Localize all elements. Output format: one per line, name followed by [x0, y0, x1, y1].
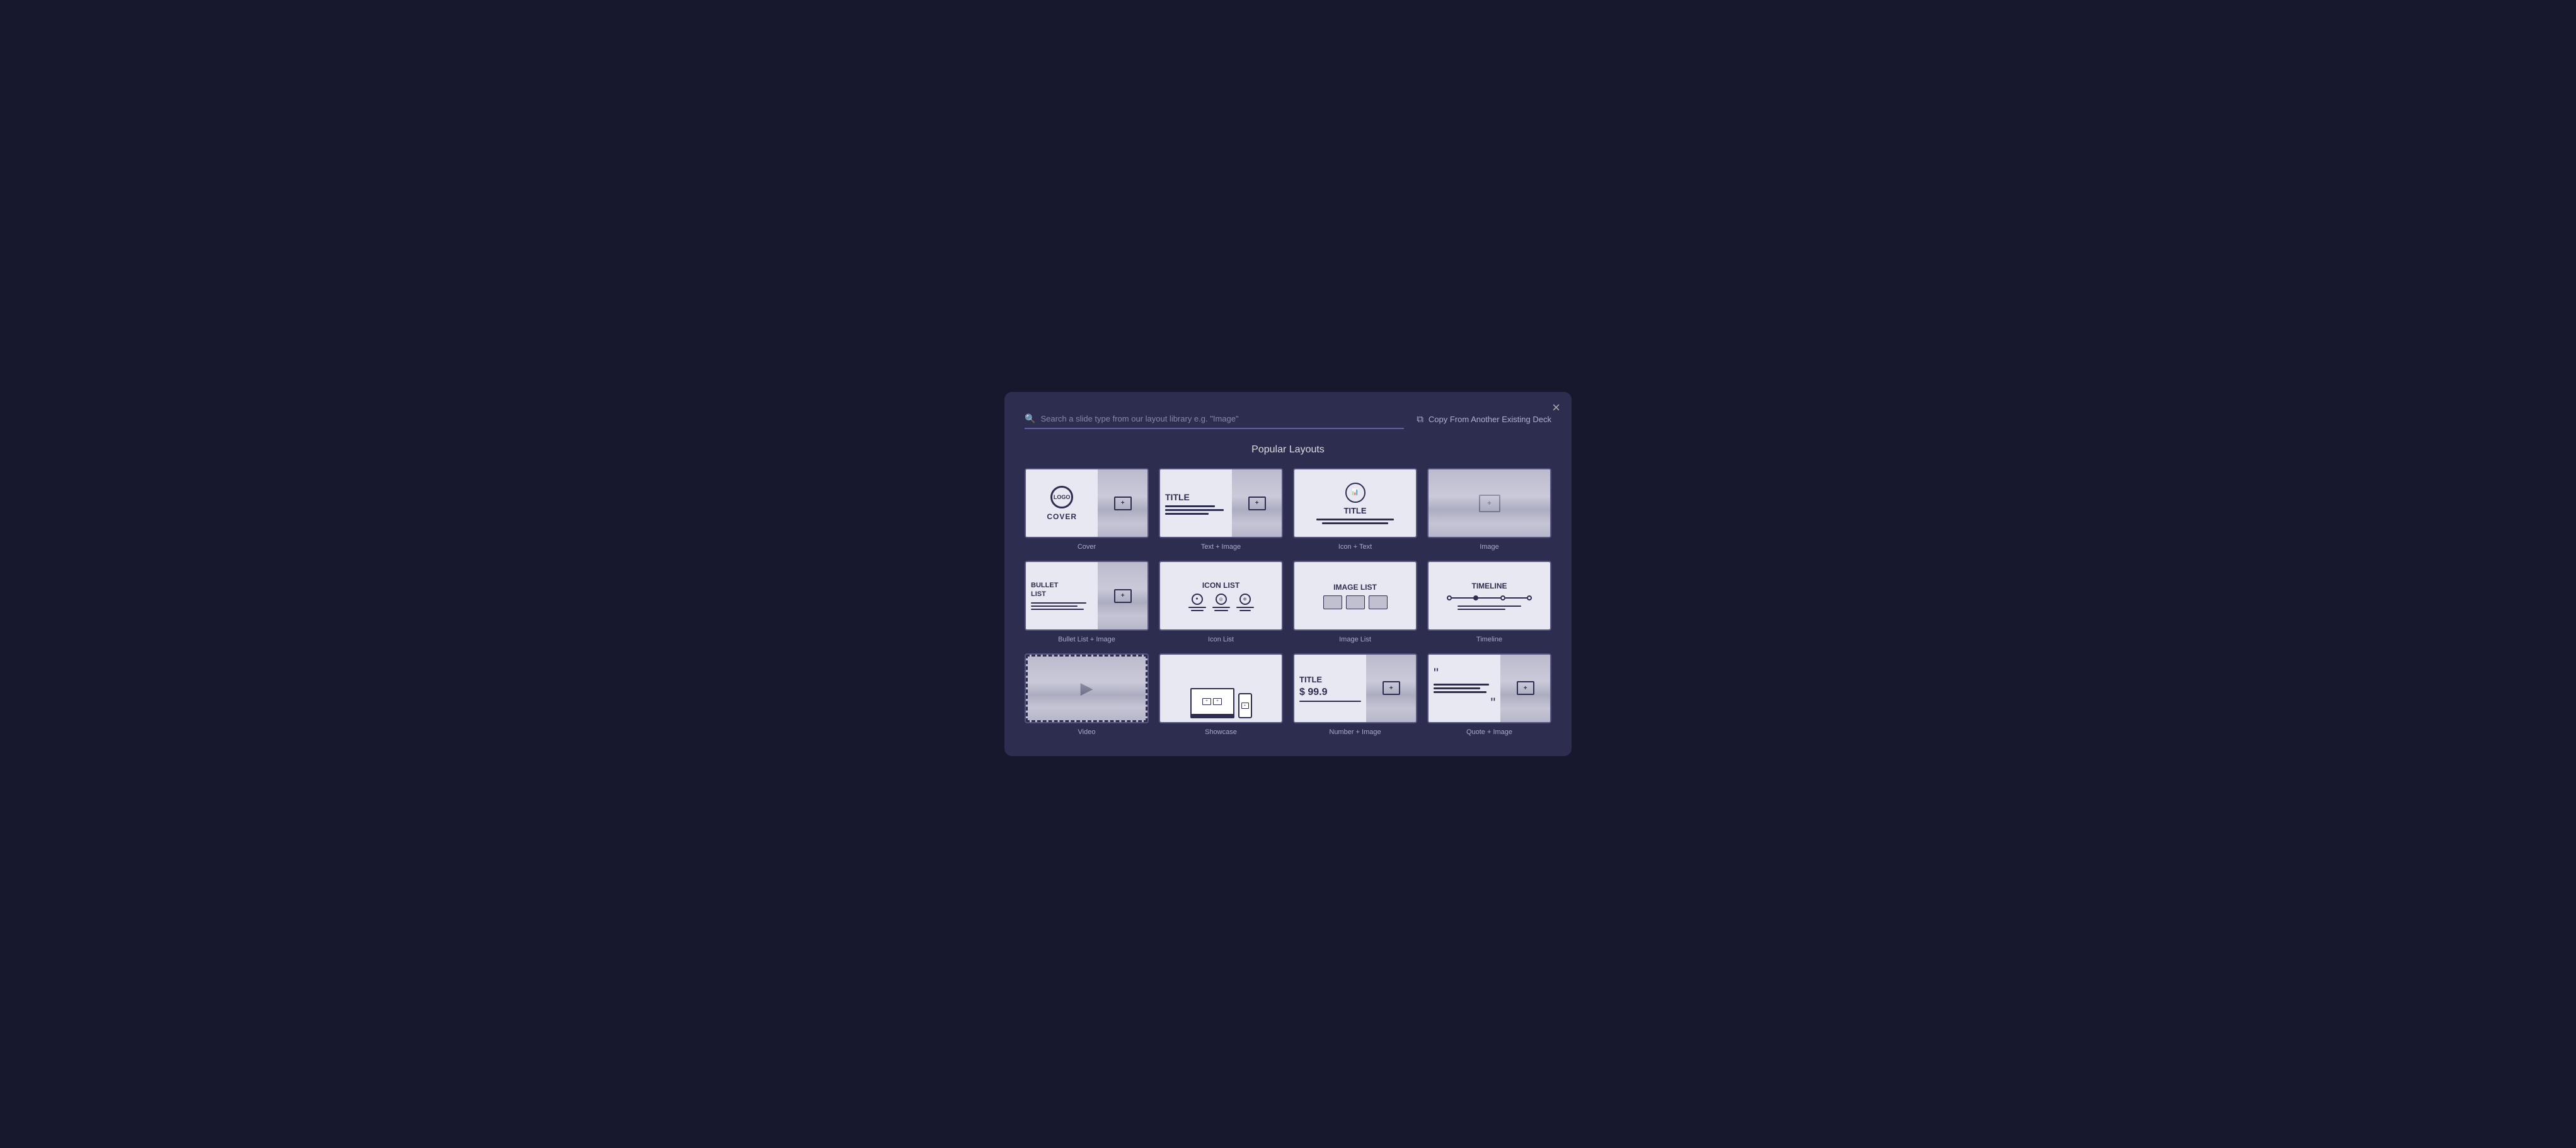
layout-thumb-bullet-list: BULLETLIST: [1025, 561, 1149, 631]
layout-label-video: Video: [1078, 728, 1096, 736]
image-placeholder-3: [1114, 589, 1132, 603]
layouts-grid: LOGO COVER Cover TIT: [1025, 468, 1551, 735]
logo-circle: LOGO: [1050, 486, 1073, 508]
layout-label-quote-image: Quote + Image: [1466, 728, 1512, 736]
image-placeholder-4: [1383, 681, 1400, 695]
layout-item-bullet-list[interactable]: BULLETLIST Bullet List: [1025, 561, 1149, 643]
search-row: 🔍 ⧉ Copy From Another Existing Deck: [1025, 410, 1551, 429]
layout-item-cover[interactable]: LOGO COVER Cover: [1025, 468, 1149, 551]
layout-label-number-image: Number + Image: [1329, 728, 1381, 736]
layout-label-cover: Cover: [1078, 543, 1096, 551]
close-button[interactable]: ×: [1552, 401, 1560, 415]
icon-circle: 📊: [1345, 483, 1366, 503]
layout-item-icon-list[interactable]: ICON LIST ● ◎: [1159, 561, 1283, 643]
section-title: Popular Layouts: [1025, 444, 1551, 456]
layout-thumb-cover: LOGO COVER: [1025, 468, 1149, 538]
layout-label-bullet-list: Bullet List + Image: [1058, 636, 1115, 643]
layout-thumb-timeline: TIMELINE: [1427, 561, 1551, 631]
search-icon: 🔍: [1025, 413, 1035, 424]
copy-from-deck-button[interactable]: ⧉ Copy From Another Existing Deck: [1417, 414, 1551, 425]
layout-thumb-quote-image: " ": [1427, 653, 1551, 723]
layout-item-text-image[interactable]: TITLE Text + Image: [1159, 468, 1283, 551]
layout-label-timeline: Timeline: [1476, 636, 1502, 643]
layout-item-showcase[interactable]: + + + Showcase: [1159, 653, 1283, 736]
image-placeholder-2: [1248, 497, 1266, 510]
layout-item-timeline[interactable]: TIMELINE: [1427, 561, 1551, 643]
layout-picker-modal: × 🔍 ⧉ Copy From Another Existing Deck Po…: [1004, 392, 1572, 755]
layout-thumb-icon-text: 📊 TITLE: [1293, 468, 1417, 538]
layout-thumb-image: [1427, 468, 1551, 538]
layout-label-text-image: Text + Image: [1201, 543, 1241, 551]
layout-thumb-image-list: IMAGE LIST: [1293, 561, 1417, 631]
layout-item-icon-text[interactable]: 📊 TITLE Icon + Text: [1293, 468, 1417, 551]
layout-item-number-image[interactable]: TITLE $ 99.9 Number + Image: [1293, 653, 1417, 736]
play-icon: ▶: [1081, 679, 1093, 698]
image-placeholder-5: [1517, 681, 1534, 695]
layout-thumb-text-image: TITLE: [1159, 468, 1283, 538]
layout-label-image: Image: [1480, 543, 1499, 551]
layout-item-image-list[interactable]: IMAGE LIST Image List: [1293, 561, 1417, 643]
image-placeholder: [1114, 497, 1132, 510]
layout-item-image[interactable]: Image: [1427, 468, 1551, 551]
layout-label-image-list: Image List: [1339, 636, 1371, 643]
layout-thumb-number-image: TITLE $ 99.9: [1293, 653, 1417, 723]
search-input[interactable]: [1040, 414, 1404, 423]
layout-label-showcase: Showcase: [1205, 728, 1237, 736]
laptop-icon: + +: [1190, 688, 1234, 718]
search-box: 🔍: [1025, 410, 1404, 429]
phone-icon: +: [1238, 693, 1252, 718]
layout-thumb-video: ▶: [1025, 653, 1149, 723]
img-placeholder-center: [1479, 495, 1500, 512]
layout-thumb-showcase: + + +: [1159, 653, 1283, 723]
layout-item-video[interactable]: ▶ Video: [1025, 653, 1149, 736]
layout-label-icon-text: Icon + Text: [1338, 543, 1372, 551]
layout-thumb-icon-list: ICON LIST ● ◎: [1159, 561, 1283, 631]
layout-item-quote-image[interactable]: " " Quot: [1427, 653, 1551, 736]
modal-overlay: × 🔍 ⧉ Copy From Another Existing Deck Po…: [0, 0, 2576, 1148]
layout-label-icon-list: Icon List: [1208, 636, 1234, 643]
copy-icon: ⧉: [1417, 414, 1423, 425]
